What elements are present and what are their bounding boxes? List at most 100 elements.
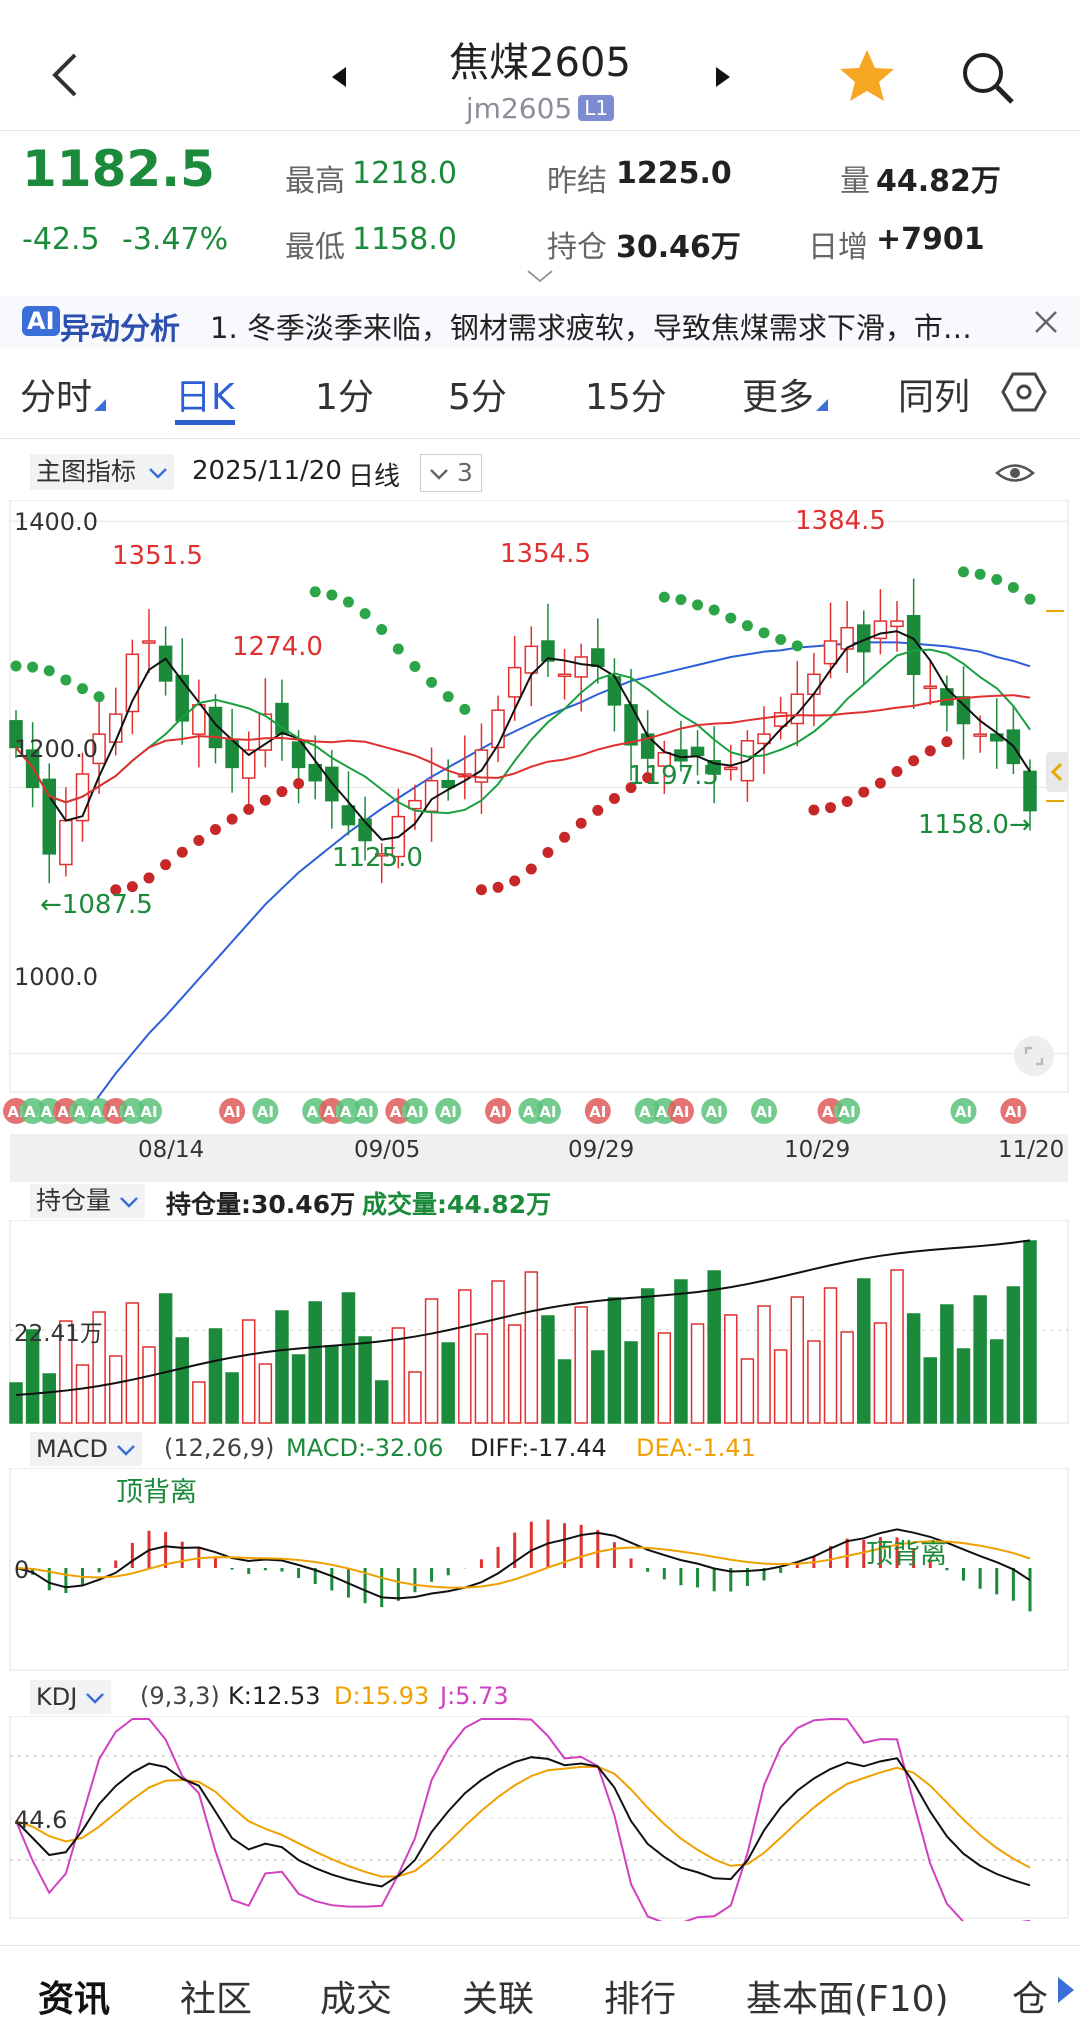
ai-marker-text: AI — [839, 1103, 856, 1121]
volume-bar — [657, 1332, 672, 1424]
ai-signal-markers[interactable]: AI AI AI AI AI AI AI AI AI AI AI AI AI AI AI AI AI AI AI AI… — [0, 1093, 1080, 1129]
sar-dot — [509, 875, 521, 887]
nav-fundamentals[interactable]: 基本面(F10) — [746, 1970, 949, 2022]
volume-bar — [225, 1372, 239, 1424]
candle-up — [973, 733, 987, 737]
ai-marker-text: AI — [356, 1103, 373, 1121]
sar-dot — [658, 591, 670, 603]
volume-bar — [607, 1297, 622, 1424]
date-label: 09/29 — [568, 1137, 635, 1163]
nav-trades[interactable]: 成交 — [320, 1970, 392, 2022]
low-value: 1158.0 — [352, 222, 457, 257]
oi-tick: 22.41万 — [14, 1321, 103, 1347]
candle-up — [557, 673, 572, 678]
count-select[interactable]: 3 — [420, 454, 482, 492]
kdj-chart[interactable] — [0, 1716, 1080, 1921]
sar-dot — [93, 691, 105, 703]
ai-marker: AI — [950, 1098, 977, 1124]
sar-dot — [608, 793, 620, 805]
candle-up — [507, 666, 522, 698]
sar-dot — [575, 817, 587, 829]
sar-dot — [1007, 581, 1019, 593]
tab-daily-k[interactable]: 日K — [175, 368, 235, 420]
settings-hexagon-icon[interactable] — [1000, 370, 1048, 414]
candle-up — [724, 766, 738, 771]
tab-more[interactable]: 更多 — [742, 368, 829, 420]
oi-readout: 持仓量:30.46万 — [166, 1185, 355, 1221]
ma-line — [15, 630, 1031, 841]
tab-15min[interactable]: 15分 — [585, 368, 667, 420]
oi-label: 持仓 — [166, 1190, 217, 1219]
sar-dot — [991, 574, 1003, 586]
vol-label: 成交量 — [362, 1190, 438, 1219]
volume-bar — [840, 1331, 854, 1424]
kdj-select[interactable]: KDJ — [30, 1680, 111, 1714]
indicator-select[interactable]: 主图指标 — [30, 454, 174, 490]
ai-marker-text: AI — [539, 1103, 556, 1121]
next-contract-icon[interactable] — [712, 65, 732, 89]
search-icon[interactable] — [958, 48, 1018, 108]
d-readout: D:15.93 — [334, 1682, 429, 1710]
candle-up — [923, 685, 938, 690]
candle-down — [690, 746, 705, 757]
favorite-star-icon[interactable] — [838, 48, 896, 104]
sar-dot — [675, 594, 687, 606]
sar-dot — [974, 568, 986, 580]
contract-code: jm2605 L1 — [0, 92, 1080, 125]
volume-bar — [890, 1269, 904, 1424]
nav-position[interactable]: 仓 — [1012, 1970, 1048, 2022]
price-pointer[interactable] — [1046, 752, 1068, 792]
volume-bar — [1023, 1240, 1037, 1424]
ai-marker: AI — [219, 1098, 246, 1124]
volume-bar — [175, 1337, 189, 1424]
nav-ranking[interactable]: 排行 — [604, 1970, 676, 2022]
sar-dot — [1024, 593, 1036, 605]
volume-bar — [192, 1381, 206, 1424]
sar-dot — [209, 823, 221, 835]
close-icon[interactable] — [1032, 308, 1060, 336]
sar-dot — [791, 640, 803, 652]
k-label: K: — [228, 1682, 252, 1710]
volume-bar — [9, 1382, 23, 1424]
open-interest-value: 30.46万 — [616, 230, 741, 265]
eye-icon[interactable] — [994, 458, 1036, 488]
ai-banner-title: 异动分析 — [60, 312, 180, 347]
daily-increase-value: +7901 — [876, 222, 985, 257]
macd-select[interactable]: MACD — [30, 1432, 142, 1466]
tab-intraday[interactable]: 分时 — [20, 368, 107, 420]
tab-5min[interactable]: 5分 — [448, 368, 507, 420]
volume-value: 44.82万 — [876, 164, 1001, 199]
ai-marker-text: AI — [406, 1103, 423, 1121]
divergence-label: 顶背离 — [866, 1539, 947, 1570]
scroll-right-icon[interactable] — [1054, 1975, 1076, 2005]
chevron-down-icon — [430, 469, 448, 480]
volume-bar — [358, 1336, 372, 1424]
nav-related[interactable]: 关联 — [462, 1970, 534, 2022]
sar-dot — [725, 612, 737, 624]
price-change-pct: -3.47% — [122, 222, 229, 257]
sub-indicator-select[interactable]: 持仓量 — [30, 1184, 145, 1218]
k-line — [15, 1756, 1031, 1888]
sar-dots — [10, 566, 1036, 896]
volume-bar — [158, 1293, 173, 1424]
ai-marker-text: AI — [489, 1103, 506, 1121]
volume-bar — [940, 1304, 954, 1424]
volume-bar — [823, 1287, 838, 1424]
volume-bar — [308, 1301, 322, 1424]
nav-news[interactable]: 资讯 — [38, 1970, 110, 2022]
ai-marker: AI — [751, 1098, 778, 1124]
ai-analysis-banner[interactable]: AI 异动分析 1. 冬季淡季来临，钢材需求疲软，导致焦煤需求下滑，市… — [0, 296, 1080, 348]
volume-chart[interactable] — [0, 1220, 1080, 1425]
sar-dot — [426, 676, 438, 688]
expand-chevron-icon[interactable] — [526, 268, 554, 284]
volume-bar — [674, 1279, 688, 1424]
volume-bar — [557, 1359, 572, 1424]
tab-same-list[interactable]: 同列 — [898, 368, 970, 420]
count-value: 3 — [456, 458, 473, 487]
tab-1min[interactable]: 1分 — [315, 368, 374, 420]
nav-community[interactable]: 社区 — [180, 1970, 252, 2022]
candlestick-chart[interactable] — [0, 500, 1080, 1100]
current-low-label: 1158.0→ — [918, 810, 1031, 840]
fullscreen-button[interactable] — [1014, 1036, 1054, 1076]
volume-bar — [507, 1324, 522, 1424]
